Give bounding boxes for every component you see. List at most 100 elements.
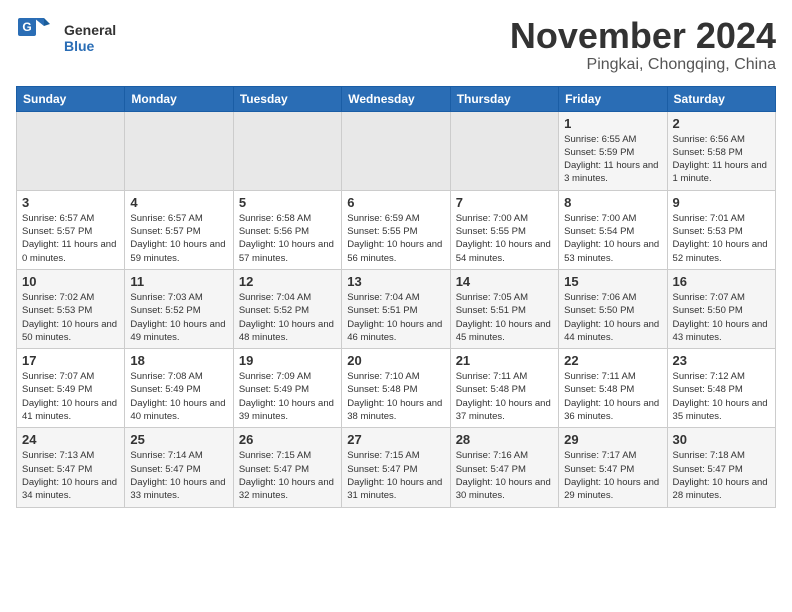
day-number: 27 bbox=[347, 432, 444, 447]
logo: G General Blue bbox=[16, 16, 116, 60]
day-info: Sunrise: 7:16 AM Sunset: 5:47 PM Dayligh… bbox=[456, 449, 553, 502]
day-cell: 4 Sunrise: 6:57 AM Sunset: 5:57 PM Daylig… bbox=[125, 190, 233, 269]
day-info: Sunrise: 7:07 AM Sunset: 5:49 PM Dayligh… bbox=[22, 370, 119, 423]
day-info: Sunrise: 7:12 AM Sunset: 5:48 PM Dayligh… bbox=[673, 370, 770, 423]
day-number: 22 bbox=[564, 353, 661, 368]
day-cell: 2 Sunrise: 6:56 AM Sunset: 5:58 PM Daylig… bbox=[667, 111, 775, 190]
day-cell: 14 Sunrise: 7:05 AM Sunset: 5:51 PM Dayli… bbox=[450, 269, 558, 348]
day-cell: 17 Sunrise: 7:07 AM Sunset: 5:49 PM Dayli… bbox=[17, 349, 125, 428]
day-number: 6 bbox=[347, 195, 444, 210]
day-info: Sunrise: 7:10 AM Sunset: 5:48 PM Dayligh… bbox=[347, 370, 444, 423]
day-number: 18 bbox=[130, 353, 227, 368]
day-number: 29 bbox=[564, 432, 661, 447]
day-number: 15 bbox=[564, 274, 661, 289]
header-tuesday: Tuesday bbox=[233, 86, 341, 111]
day-info: Sunrise: 7:02 AM Sunset: 5:53 PM Dayligh… bbox=[22, 291, 119, 344]
day-info: Sunrise: 7:15 AM Sunset: 5:47 PM Dayligh… bbox=[239, 449, 336, 502]
day-info: Sunrise: 7:15 AM Sunset: 5:47 PM Dayligh… bbox=[347, 449, 444, 502]
day-cell: 13 Sunrise: 7:04 AM Sunset: 5:51 PM Dayli… bbox=[342, 269, 450, 348]
day-cell bbox=[233, 111, 341, 190]
day-info: Sunrise: 7:07 AM Sunset: 5:50 PM Dayligh… bbox=[673, 291, 770, 344]
month-title: November 2024 bbox=[510, 16, 776, 56]
day-number: 14 bbox=[456, 274, 553, 289]
day-info: Sunrise: 6:56 AM Sunset: 5:58 PM Dayligh… bbox=[673, 133, 770, 186]
week-row-5: 24Sunrise: 7:13 AM Sunset: 5:47 PM Dayli… bbox=[17, 428, 776, 507]
header: G General Blue November 2024 Pingkai, Ch… bbox=[16, 16, 776, 74]
day-cell: 16Sunrise: 7:07 AM Sunset: 5:50 PM Dayli… bbox=[667, 269, 775, 348]
day-info: Sunrise: 7:01 AM Sunset: 5:53 PM Dayligh… bbox=[673, 212, 770, 265]
day-number: 23 bbox=[673, 353, 770, 368]
day-cell: 8Sunrise: 7:00 AM Sunset: 5:54 PM Daylig… bbox=[559, 190, 667, 269]
day-number: 9 bbox=[673, 195, 770, 210]
day-cell: 21 Sunrise: 7:11 AM Sunset: 5:48 PM Dayli… bbox=[450, 349, 558, 428]
header-saturday: Saturday bbox=[667, 86, 775, 111]
day-cell: 19Sunrise: 7:09 AM Sunset: 5:49 PM Dayli… bbox=[233, 349, 341, 428]
day-info: Sunrise: 7:04 AM Sunset: 5:52 PM Dayligh… bbox=[239, 291, 336, 344]
day-number: 1 bbox=[564, 116, 661, 131]
location: Pingkai, Chongqing, China bbox=[510, 56, 776, 74]
day-cell: 28Sunrise: 7:16 AM Sunset: 5:47 PM Dayli… bbox=[450, 428, 558, 507]
day-cell: 23 Sunrise: 7:12 AM Sunset: 5:48 PM Dayli… bbox=[667, 349, 775, 428]
day-info: Sunrise: 7:05 AM Sunset: 5:51 PM Dayligh… bbox=[456, 291, 553, 344]
week-row-3: 10 Sunrise: 7:02 AM Sunset: 5:53 PM Dayli… bbox=[17, 269, 776, 348]
week-row-1: 1 Sunrise: 6:55 AM Sunset: 5:59 PM Daylig… bbox=[17, 111, 776, 190]
header-friday: Friday bbox=[559, 86, 667, 111]
day-number: 20 bbox=[347, 353, 444, 368]
day-cell: 15Sunrise: 7:06 AM Sunset: 5:50 PM Dayli… bbox=[559, 269, 667, 348]
day-cell: 1 Sunrise: 6:55 AM Sunset: 5:59 PM Daylig… bbox=[559, 111, 667, 190]
day-cell: 27 Sunrise: 7:15 AM Sunset: 5:47 PM Dayli… bbox=[342, 428, 450, 507]
day-cell: 11 Sunrise: 7:03 AM Sunset: 5:52 PM Dayli… bbox=[125, 269, 233, 348]
day-info: Sunrise: 7:08 AM Sunset: 5:49 PM Dayligh… bbox=[130, 370, 227, 423]
week-row-2: 3 Sunrise: 6:57 AM Sunset: 5:57 PM Daylig… bbox=[17, 190, 776, 269]
day-info: Sunrise: 7:11 AM Sunset: 5:48 PM Dayligh… bbox=[456, 370, 553, 423]
day-info: Sunrise: 7:00 AM Sunset: 5:54 PM Dayligh… bbox=[564, 212, 661, 265]
day-number: 25 bbox=[130, 432, 227, 447]
day-cell: 30 Sunrise: 7:18 AM Sunset: 5:47 PM Dayli… bbox=[667, 428, 775, 507]
day-number: 17 bbox=[22, 353, 119, 368]
day-cell bbox=[450, 111, 558, 190]
weekday-header-row: Sunday Monday Tuesday Wednesday Thursday… bbox=[17, 86, 776, 111]
logo-general: General bbox=[64, 22, 116, 38]
day-cell bbox=[342, 111, 450, 190]
day-info: Sunrise: 6:57 AM Sunset: 5:57 PM Dayligh… bbox=[130, 212, 227, 265]
day-number: 13 bbox=[347, 274, 444, 289]
week-row-4: 17 Sunrise: 7:07 AM Sunset: 5:49 PM Dayli… bbox=[17, 349, 776, 428]
day-cell: 6 Sunrise: 6:59 AM Sunset: 5:55 PM Daylig… bbox=[342, 190, 450, 269]
day-cell: 5Sunrise: 6:58 AM Sunset: 5:56 PM Daylig… bbox=[233, 190, 341, 269]
day-cell: 18 Sunrise: 7:08 AM Sunset: 5:49 PM Dayli… bbox=[125, 349, 233, 428]
day-number: 2 bbox=[673, 116, 770, 131]
day-info: Sunrise: 7:09 AM Sunset: 5:49 PM Dayligh… bbox=[239, 370, 336, 423]
logo-text-block: General Blue bbox=[64, 22, 116, 54]
calendar: Sunday Monday Tuesday Wednesday Thursday… bbox=[16, 86, 776, 508]
day-cell: 20 Sunrise: 7:10 AM Sunset: 5:48 PM Dayli… bbox=[342, 349, 450, 428]
day-cell: 26 Sunrise: 7:15 AM Sunset: 5:47 PM Dayli… bbox=[233, 428, 341, 507]
day-cell: 25Sunrise: 7:14 AM Sunset: 5:47 PM Dayli… bbox=[125, 428, 233, 507]
day-info: Sunrise: 7:03 AM Sunset: 5:52 PM Dayligh… bbox=[130, 291, 227, 344]
day-info: Sunrise: 7:18 AM Sunset: 5:47 PM Dayligh… bbox=[673, 449, 770, 502]
day-cell: 9 Sunrise: 7:01 AM Sunset: 5:53 PM Daylig… bbox=[667, 190, 775, 269]
header-sunday: Sunday bbox=[17, 86, 125, 111]
day-number: 10 bbox=[22, 274, 119, 289]
day-number: 30 bbox=[673, 432, 770, 447]
day-info: Sunrise: 6:59 AM Sunset: 5:55 PM Dayligh… bbox=[347, 212, 444, 265]
day-cell: 12Sunrise: 7:04 AM Sunset: 5:52 PM Dayli… bbox=[233, 269, 341, 348]
day-number: 21 bbox=[456, 353, 553, 368]
title-area: November 2024 Pingkai, Chongqing, China bbox=[510, 16, 776, 74]
day-number: 4 bbox=[130, 195, 227, 210]
day-number: 7 bbox=[456, 195, 553, 210]
day-info: Sunrise: 7:04 AM Sunset: 5:51 PM Dayligh… bbox=[347, 291, 444, 344]
day-info: Sunrise: 7:17 AM Sunset: 5:47 PM Dayligh… bbox=[564, 449, 661, 502]
day-number: 11 bbox=[130, 274, 227, 289]
day-cell: 3 Sunrise: 6:57 AM Sunset: 5:57 PM Daylig… bbox=[17, 190, 125, 269]
day-number: 3 bbox=[22, 195, 119, 210]
day-cell: 29 Sunrise: 7:17 AM Sunset: 5:47 PM Dayli… bbox=[559, 428, 667, 507]
day-info: Sunrise: 6:57 AM Sunset: 5:57 PM Dayligh… bbox=[22, 212, 119, 265]
day-cell: 24Sunrise: 7:13 AM Sunset: 5:47 PM Dayli… bbox=[17, 428, 125, 507]
day-info: Sunrise: 7:00 AM Sunset: 5:55 PM Dayligh… bbox=[456, 212, 553, 265]
header-wednesday: Wednesday bbox=[342, 86, 450, 111]
day-info: Sunrise: 6:55 AM Sunset: 5:59 PM Dayligh… bbox=[564, 133, 661, 186]
day-info: Sunrise: 7:11 AM Sunset: 5:48 PM Dayligh… bbox=[564, 370, 661, 423]
day-number: 26 bbox=[239, 432, 336, 447]
day-cell bbox=[125, 111, 233, 190]
svg-text:G: G bbox=[22, 20, 31, 34]
